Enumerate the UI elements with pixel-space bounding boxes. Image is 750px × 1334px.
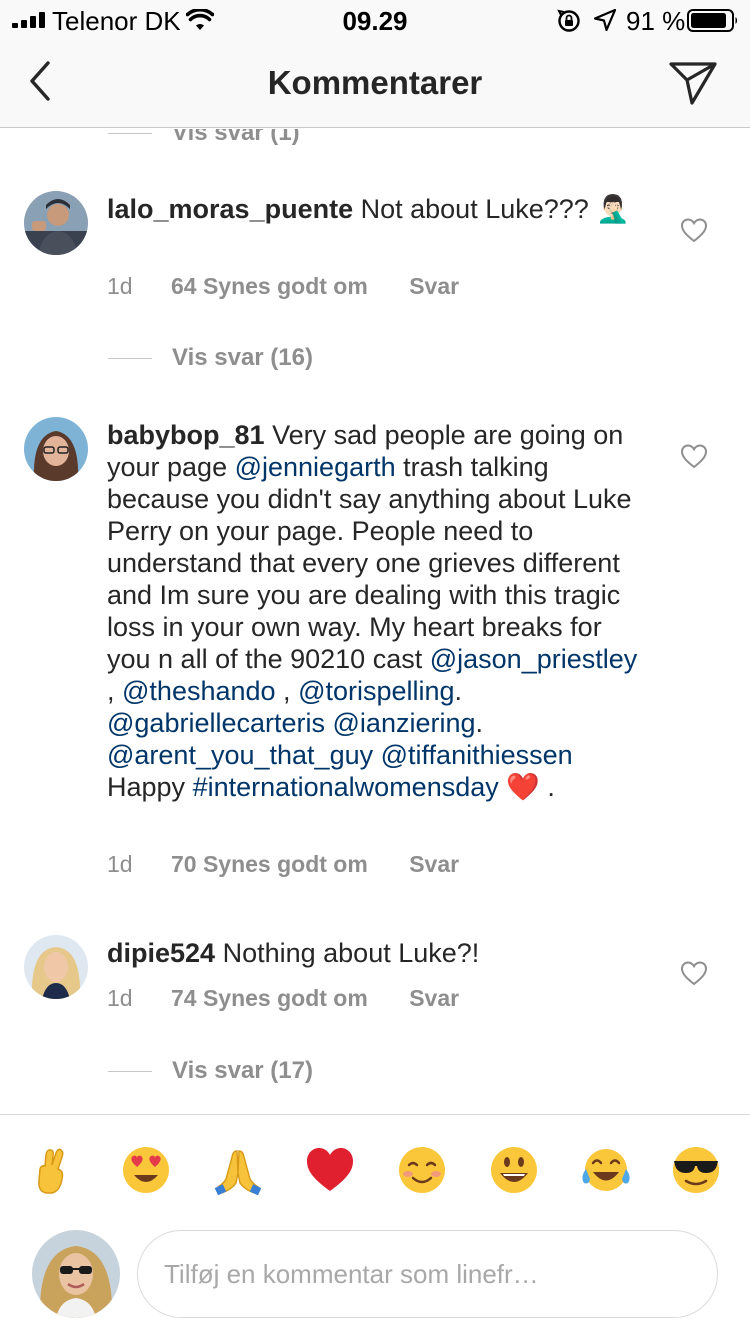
emoji-bar <box>0 1114 750 1222</box>
red-heart-emoji[interactable] <box>304 1145 356 1195</box>
comment-body-text: . <box>454 676 463 706</box>
mention-link[interactable]: @tiffanithiessen <box>381 740 573 770</box>
mention-link[interactable]: @torispelling <box>298 676 454 706</box>
comment-body-text: trash talking because you didn't say any… <box>107 452 632 674</box>
avatar[interactable] <box>24 935 88 999</box>
heart-icon[interactable] <box>680 960 708 986</box>
nav-bar: Kommentarer <box>0 40 750 128</box>
mention-link[interactable]: @theshando <box>122 676 276 706</box>
divider <box>108 1070 152 1072</box>
mention-link[interactable]: @jason_priestley <box>430 644 638 674</box>
mention-link[interactable]: @jenniegarth <box>235 452 396 482</box>
comment-text: babybop_81 Very sad people are going on … <box>107 419 647 803</box>
comment-body: Not about Luke??? 🤦🏻‍♂️ <box>360 194 630 224</box>
battery-percent: 91 % <box>626 6 686 36</box>
status-bar: Telenor DK 09.29 91 % <box>0 0 750 40</box>
likes-count[interactable]: 64 Synes godt om <box>171 273 368 300</box>
comment-body-text: , <box>107 676 123 706</box>
comment-list[interactable]: Vis svar (1) lalo_moras_puente Not about… <box>0 129 750 1114</box>
comment-input[interactable] <box>137 1230 718 1318</box>
avatar-image <box>24 935 88 999</box>
comment-body-text: ❤️ . <box>498 772 555 802</box>
hashtag-link[interactable]: #internationalwomensday <box>193 772 499 802</box>
likes-count[interactable]: 70 Synes godt om <box>171 851 368 878</box>
comment-text: lalo_moras_puente Not about Luke??? 🤦🏻‍♂… <box>107 193 647 225</box>
avatar-image <box>24 191 88 255</box>
view-replies-button[interactable]: Vis svar (1) <box>108 129 300 148</box>
reply-button[interactable]: Svar <box>409 273 459 300</box>
comment-username[interactable]: dipie524 <box>107 938 215 968</box>
crossed-fingers-emoji[interactable] <box>28 1145 80 1195</box>
likes-count[interactable]: 74 Synes godt om <box>171 985 368 1012</box>
reply-button[interactable]: Svar <box>409 985 459 1012</box>
comment-time: 1d <box>107 273 133 299</box>
comment-text: dipie524 Nothing about Luke?! <box>107 937 647 969</box>
avatar <box>32 1230 120 1318</box>
paper-plane-icon[interactable] <box>668 60 718 106</box>
sunglasses-emoji[interactable] <box>670 1145 722 1195</box>
grinning-face-emoji[interactable] <box>488 1145 540 1195</box>
view-replies-label: Vis svar (1) <box>172 129 300 146</box>
tears-of-joy-emoji[interactable] <box>580 1145 632 1195</box>
heart-icon[interactable] <box>680 443 708 469</box>
comment-body: Nothing about Luke?! <box>222 938 480 968</box>
comment-meta: 1d 70 Synes godt om Svar <box>107 851 459 878</box>
location-arrow-icon <box>594 9 616 31</box>
page-title: Kommentarer <box>267 64 483 101</box>
view-replies-label: Vis svar (16) <box>172 344 313 371</box>
divider <box>108 132 152 134</box>
avatar-image <box>32 1230 120 1318</box>
compose-bar <box>0 1222 750 1334</box>
comment-body-text <box>373 740 381 770</box>
rotation-lock-icon <box>557 9 580 32</box>
comment-meta: 1d 74 Synes godt om Svar <box>107 985 459 1012</box>
smiling-face-emoji[interactable] <box>396 1145 448 1195</box>
view-replies-label: Vis svar (17) <box>172 1057 313 1084</box>
view-replies-button[interactable]: Vis svar (17) <box>108 1056 313 1086</box>
reply-button[interactable]: Svar <box>409 851 459 878</box>
comment-time: 1d <box>107 985 133 1011</box>
comment-body-text: , <box>275 676 299 706</box>
comment-body-text: . <box>475 708 484 738</box>
avatar[interactable] <box>24 417 88 481</box>
heart-icon[interactable] <box>680 217 708 243</box>
comment-username[interactable]: babybop_81 <box>107 420 265 450</box>
avatar[interactable] <box>24 191 88 255</box>
avatar-image <box>24 417 88 481</box>
mention-link[interactable]: @gabriellecarteris <box>107 708 325 738</box>
mention-link[interactable]: @ianziering <box>333 708 476 738</box>
folded-hands-emoji[interactable] <box>212 1145 264 1195</box>
comment-meta: 1d 64 Synes godt om Svar <box>107 273 459 300</box>
heart-eyes-emoji[interactable] <box>120 1145 172 1195</box>
comment-time: 1d <box>107 851 133 877</box>
comment-body-text <box>325 708 333 738</box>
comment-username[interactable]: lalo_moras_puente <box>107 194 353 224</box>
battery-icon <box>687 9 738 32</box>
comment-body-text: Happy <box>107 772 193 802</box>
divider <box>108 357 152 359</box>
mention-link[interactable]: @arent_you_that_guy <box>107 740 373 770</box>
view-replies-button[interactable]: Vis svar (16) <box>108 343 313 373</box>
